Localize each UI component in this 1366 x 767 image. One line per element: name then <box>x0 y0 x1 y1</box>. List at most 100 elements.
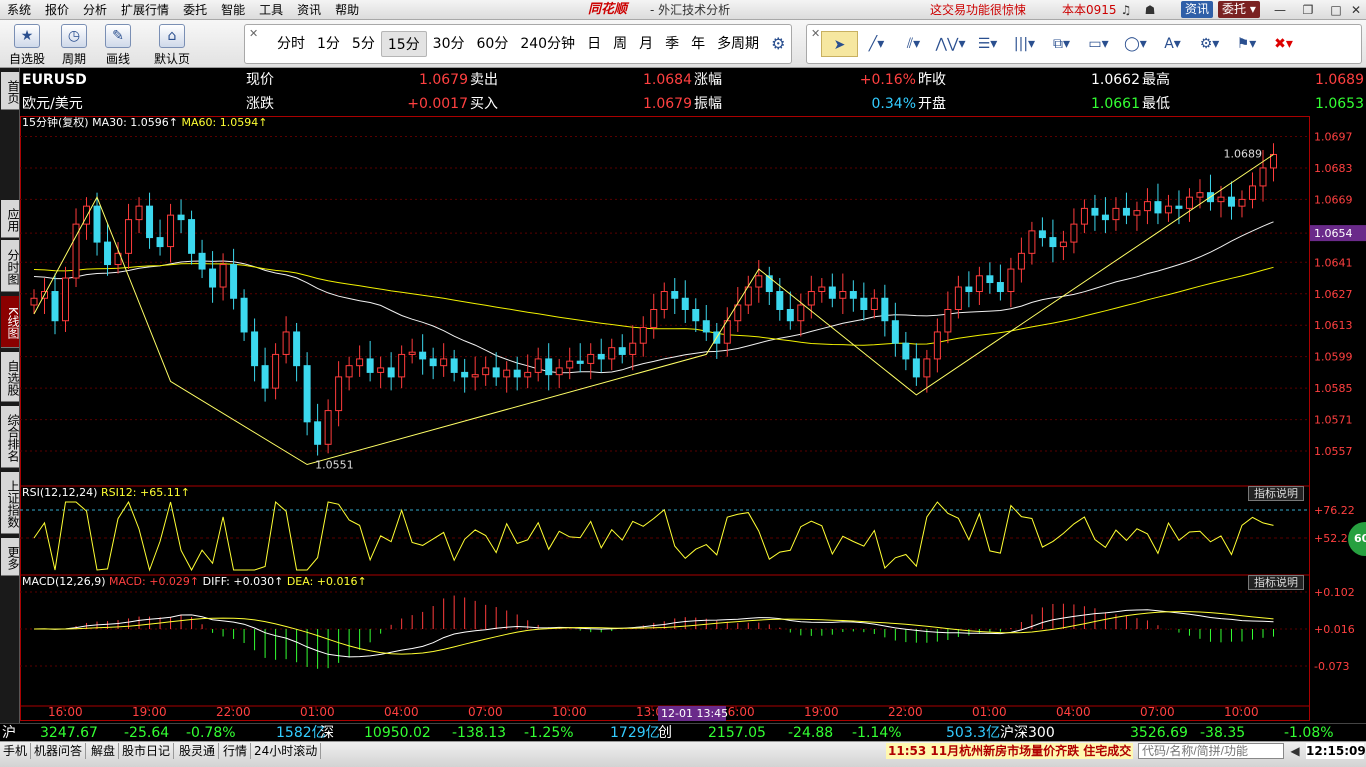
toolbar: ★ 自选股 ◷ 周期 ✎ 画线 ⌂ 默认页 ✕ 分时 1分 5分 15分 30分… <box>0 20 1366 68</box>
period-multi[interactable]: 多周期 <box>711 31 765 57</box>
period-1m[interactable]: 1分 <box>311 31 346 57</box>
cy-label: 创 <box>658 725 672 741</box>
candle-body <box>135 205 143 221</box>
menu-system[interactable]: 系统 <box>0 0 38 20</box>
open-label: 开盘 <box>918 96 946 112</box>
sound-icon[interactable]: ◀ <box>1287 743 1303 759</box>
minimize-icon[interactable]: — <box>1272 2 1288 18</box>
kline-chart[interactable]: 1.0551 1.0689 1.0697 1.0683 1.0669 1.0654 1.0… <box>20 116 1366 723</box>
status-tab-qa[interactable]: 机器问答 <box>31 743 87 759</box>
watchlist-button[interactable]: ★ 自选股 <box>6 22 48 66</box>
candle-body <box>356 358 364 367</box>
close-bar-icon[interactable]: ✕ <box>249 27 258 40</box>
clock-icon: ◷ <box>61 24 87 48</box>
line-icon[interactable]: ╱▾ <box>858 31 895 57</box>
menu-extended[interactable]: 扩展行情 <box>114 0 176 20</box>
tab-ranking[interactable]: 综合排名 <box>1 406 20 468</box>
window-title: - 外汇技术分析 <box>650 3 731 17</box>
period-30m[interactable]: 30分 <box>427 31 471 57</box>
bars-icon[interactable]: |||▾ <box>1006 31 1043 57</box>
candle-body <box>797 304 805 322</box>
fib-icon[interactable]: ☰▾ <box>969 31 1006 57</box>
status-tab-market[interactable]: 行情 <box>220 743 252 759</box>
period-quarter[interactable]: 季 <box>659 31 685 57</box>
period-5m[interactable]: 5分 <box>346 31 381 57</box>
time-tick-label: 19:00 <box>804 705 839 719</box>
notice-link[interactable]: 这交易功能很惊悚 <box>930 1 1026 19</box>
period-button[interactable]: ◷ 周期 <box>52 22 96 66</box>
draw-button[interactable]: ✎ 画线 <box>98 22 138 66</box>
drawing-tools: ✕ ➤ ╱▾ ⫽▾ ⋀⋁▾ ☰▾ |||▾ ⧉▾ ▭▾ ◯▾ A▾ ⚙▾ ⚑▾ … <box>806 24 1362 64</box>
ellipse-icon[interactable]: ◯▾ <box>1117 31 1154 57</box>
candle-body <box>776 291 784 310</box>
account-name[interactable]: 本本0915 <box>1062 1 1117 19</box>
restore-icon[interactable]: ❐ <box>1300 2 1316 18</box>
period-60m[interactable]: 60分 <box>471 31 515 57</box>
period-15m[interactable]: 15分 <box>380 31 427 57</box>
period-month[interactable]: 月 <box>633 31 659 57</box>
news-button[interactable]: 资讯 <box>1181 1 1214 18</box>
period-year[interactable]: 年 <box>685 31 711 57</box>
time-tick-label: 10:00 <box>1224 705 1259 719</box>
sz-value[interactable]: 10950.02 <box>364 724 431 742</box>
menu-help[interactable]: 帮助 <box>328 0 366 20</box>
text-icon[interactable]: A▾ <box>1154 31 1191 57</box>
macd-help-button[interactable]: 指标说明 <box>1248 575 1304 590</box>
channel-icon[interactable]: ⧉▾ <box>1043 31 1080 57</box>
tab-sh-index[interactable]: 上证指数 <box>1 472 20 534</box>
parallel-icon[interactable]: ⫽▾ <box>895 31 932 57</box>
candle-body <box>272 353 280 389</box>
close-icon[interactable]: ✕ <box>1348 2 1364 18</box>
status-tab-lingtong[interactable]: 股灵通 <box>176 743 220 759</box>
tab-kline[interactable]: K线图 <box>1 296 20 348</box>
menu-smart[interactable]: 智能 <box>214 0 252 20</box>
search-input[interactable] <box>1138 743 1284 759</box>
wave-icon[interactable]: ⋀⋁▾ <box>932 31 969 57</box>
maximize-icon[interactable]: □ <box>1328 2 1344 18</box>
sh-value[interactable]: 3247.67 <box>40 724 98 742</box>
tab-home[interactable]: 首页 <box>1 72 20 110</box>
rect-icon[interactable]: ▭▾ <box>1080 31 1117 57</box>
index-ticker: 沪 3247.67 -25.64 -0.78% 1582亿 深 10950.02… <box>0 723 1366 741</box>
entrust-button[interactable]: 委托 ▾ <box>1218 1 1260 18</box>
close-draw-icon[interactable]: ✕ <box>811 27 820 40</box>
default-page-button[interactable]: ⌂ 默认页 <box>150 22 194 66</box>
candle-body <box>1175 205 1183 209</box>
status-tab-mobile[interactable]: 手机 <box>0 743 32 759</box>
status-tab-diary[interactable]: 股市日记 <box>119 743 175 759</box>
gear-icon[interactable]: ⚙▾ <box>1191 31 1228 57</box>
settings-gear-icon[interactable]: ⚙ <box>765 31 791 57</box>
period-240m[interactable]: 240分钟 <box>514 31 581 57</box>
hs-value[interactable]: 3526.69 <box>1130 724 1188 742</box>
rsi-help-button[interactable]: 指标说明 <box>1248 486 1304 501</box>
menu-analysis[interactable]: 分析 <box>76 0 114 20</box>
status-tab-24h[interactable]: 24小时滚动 <box>251 743 322 759</box>
cursor-icon[interactable]: ➤ <box>821 31 858 57</box>
price-tick-label: 1.0669 <box>1314 193 1353 206</box>
tab-apps[interactable]: 应用 <box>1 200 20 238</box>
candle-body <box>818 286 826 293</box>
menu-tools[interactable]: 工具 <box>252 0 290 20</box>
tab-watchlist[interactable]: 自选股 <box>1 352 20 402</box>
mark-icon[interactable]: ⚑▾ <box>1228 31 1265 57</box>
period-tick[interactable]: 分时 <box>271 31 311 57</box>
bell-icon[interactable]: ♫ <box>1118 2 1134 18</box>
tab-more[interactable]: 更多 <box>1 538 20 576</box>
delete-icon[interactable]: ✖▾ <box>1265 31 1302 57</box>
candle-body <box>566 360 574 369</box>
menu-quote[interactable]: 报价 <box>38 0 76 20</box>
menu-entrust[interactable]: 委托 <box>176 0 214 20</box>
candle-body <box>198 252 206 270</box>
period-day[interactable]: 日 <box>581 31 607 57</box>
shirt-icon[interactable]: ☗ <box>1142 2 1158 18</box>
cy-chg: -24.88 <box>788 725 834 741</box>
status-tab-analysis[interactable]: 解盘 <box>88 743 120 759</box>
period-week[interactable]: 周 <box>607 31 633 57</box>
tab-timeline[interactable]: 分时图 <box>1 240 20 292</box>
cy-value[interactable]: 2157.05 <box>708 724 766 742</box>
menu-news[interactable]: 资讯 <box>290 0 328 20</box>
sh-pct: -0.78% <box>186 725 236 741</box>
news-scroller[interactable]: 11:53 11月杭州新房市场量价齐跌 住宅成交 <box>886 743 1134 759</box>
candle-body <box>30 297 38 306</box>
candle-body <box>1028 230 1036 254</box>
